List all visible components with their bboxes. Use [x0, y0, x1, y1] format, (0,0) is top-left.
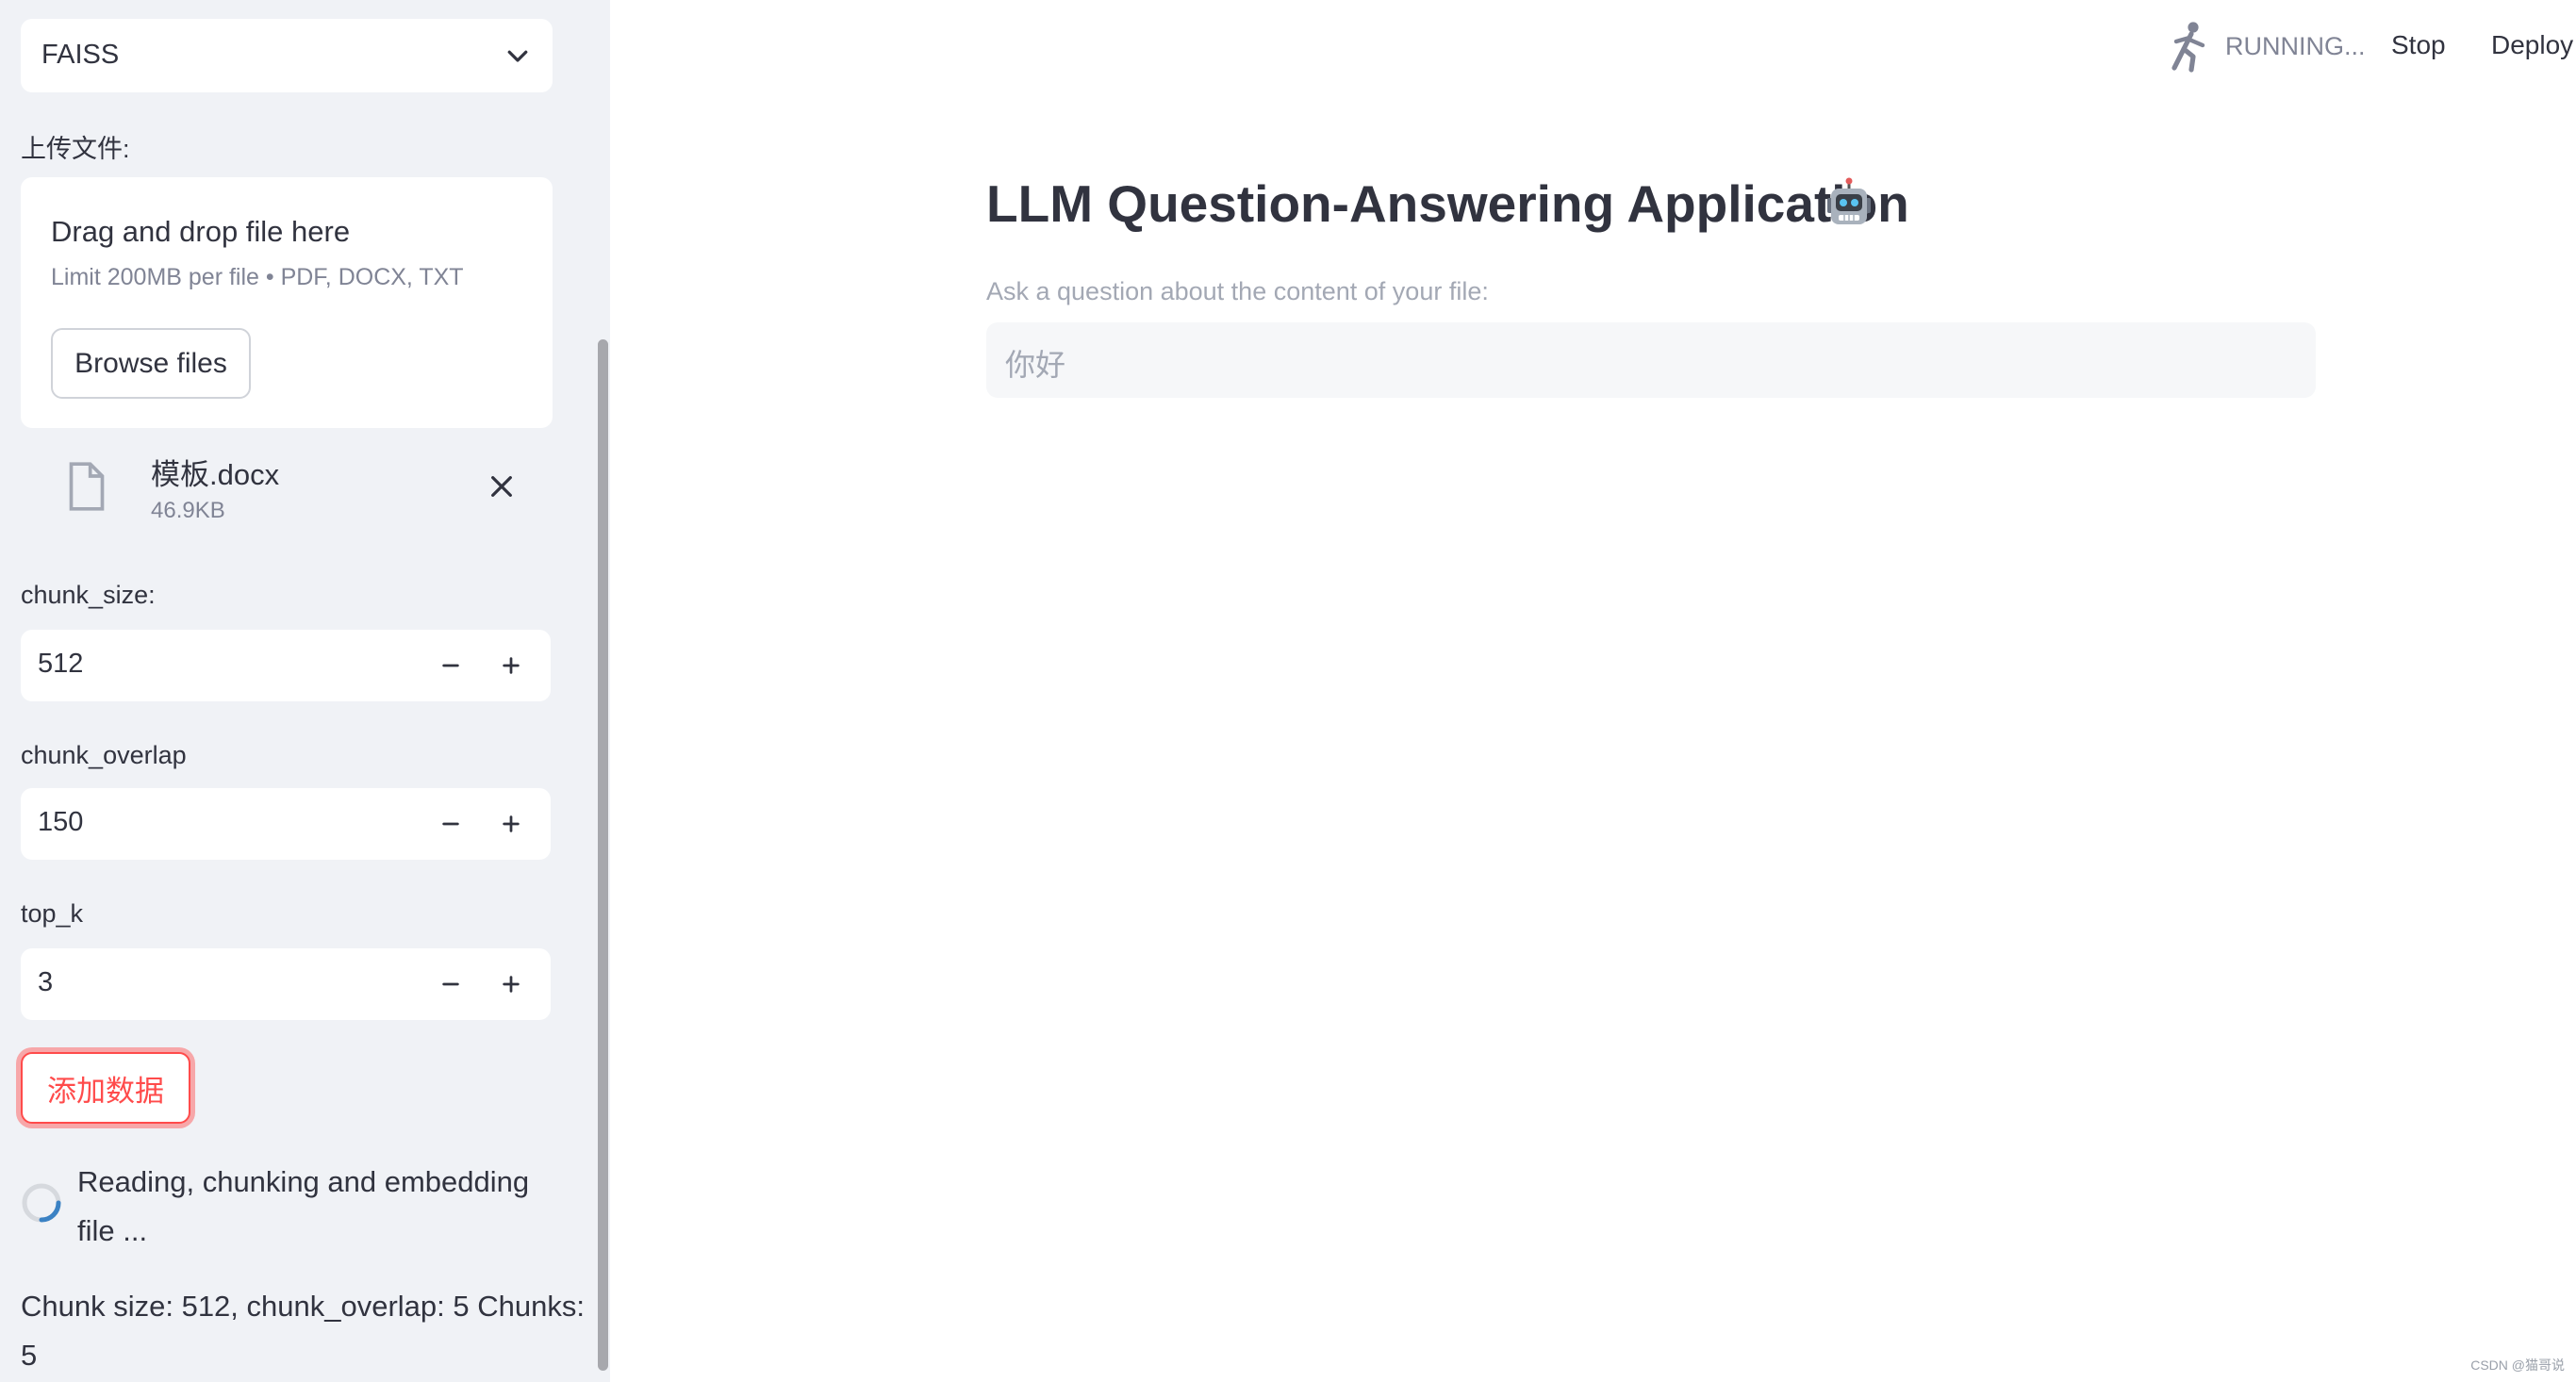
plus-icon — [503, 657, 520, 674]
top-k-increment-button[interactable] — [481, 948, 541, 1020]
minus-icon — [442, 982, 459, 986]
question-input[interactable]: 你好 — [986, 322, 2316, 398]
top-k-value: 3 — [38, 967, 54, 997]
file-dropzone[interactable]: Drag and drop file here Limit 200MB per … — [21, 177, 553, 428]
close-icon[interactable] — [487, 471, 517, 502]
question-input-value: 你好 — [1005, 348, 1066, 382]
plus-icon — [503, 976, 520, 993]
add-data-button[interactable]: 添加数据 — [21, 1052, 190, 1124]
chunk-size-increment-button[interactable] — [481, 630, 541, 701]
top-k-label: top_k — [21, 899, 84, 928]
sidebar-scrollbar[interactable] — [598, 339, 608, 1371]
loading-spinner-icon — [22, 1183, 61, 1223]
uploaded-file-row: 模板.docx 46.9KB — [21, 443, 553, 537]
chunk-size-value: 512 — [38, 649, 84, 679]
watermark: CSDN @猫哥说 — [2470, 1357, 2565, 1373]
top-k-decrement-button[interactable] — [421, 948, 481, 1020]
stop-button[interactable]: Stop — [2391, 30, 2446, 60]
vector-store-value: FAISS — [41, 40, 120, 70]
browse-files-button[interactable]: Browse files — [51, 328, 251, 399]
page-title: LLM Question-Answering Application — [986, 174, 1909, 233]
minus-icon — [442, 664, 459, 667]
dropzone-title: Drag and drop file here — [51, 215, 351, 248]
running-man-icon — [2171, 22, 2205, 73]
chunk-overlap-value: 150 — [38, 807, 84, 837]
sidebar: FAISS 上传文件: Drag and drop file here Limi… — [0, 0, 610, 1382]
chunk-size-input[interactable]: 512 — [21, 630, 551, 701]
deploy-button[interactable]: Deploy — [2491, 30, 2573, 60]
upload-label: 上传文件: — [21, 135, 130, 163]
running-status: RUNNING... — [2225, 32, 2366, 60]
top-k-input[interactable]: 3 — [21, 948, 551, 1020]
uploaded-file-name: 模板.docx — [151, 458, 280, 491]
chunk-overlap-label: chunk_overlap — [21, 741, 187, 769]
chunk-size-label: chunk_size: — [21, 581, 156, 609]
dropzone-limit: Limit 200MB per file • PDF, DOCX, TXT — [51, 264, 464, 290]
chevron-down-icon — [507, 50, 528, 62]
chunk-size-decrement-button[interactable] — [421, 630, 481, 701]
chunk-overlap-decrement-button[interactable] — [421, 788, 481, 860]
vector-store-select[interactable]: FAISS — [21, 19, 553, 92]
processing-status-text: Reading, chunking and embedding file ... — [77, 1165, 530, 1247]
minus-icon — [442, 822, 459, 826]
chunk-overlap-increment-button[interactable] — [481, 788, 541, 860]
uploaded-file-size: 46.9KB — [151, 498, 225, 523]
chunk-overlap-input[interactable]: 150 — [21, 788, 551, 860]
chunk-info-text: Chunk size: 512, chunk_overlap: 5 Chunks… — [21, 1290, 585, 1372]
question-label: Ask a question about the content of your… — [986, 277, 1489, 305]
file-icon — [69, 462, 105, 511]
robot-icon — [1827, 177, 1871, 224]
plus-icon — [503, 815, 520, 832]
